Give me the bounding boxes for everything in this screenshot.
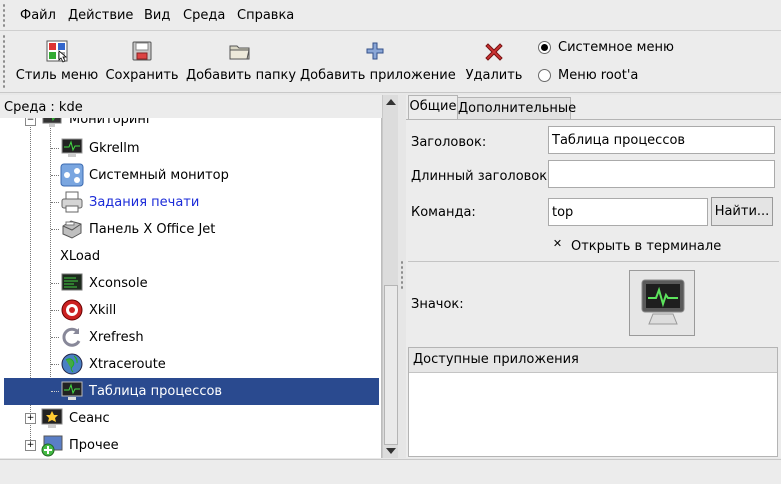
globe-icon	[61, 353, 83, 375]
menu-style-icon	[46, 40, 68, 63]
menu-tree[interactable]: − Мониторинг Gkrellm Системный монитор З…	[0, 118, 382, 458]
add-icon	[366, 42, 384, 60]
system-menu-label[interactable]: Системное меню	[558, 40, 674, 55]
tree-scrollbar[interactable]	[382, 95, 399, 458]
session-icon	[41, 408, 63, 428]
add-application-label: Добавить приложение	[300, 68, 456, 83]
menu-action[interactable]: Действие	[68, 8, 133, 23]
menubar: Файл Действие Вид Среда Справка	[0, 0, 781, 31]
terminal-checkbox[interactable]: ✕	[552, 238, 563, 249]
network-monitor-icon	[60, 163, 84, 187]
monitor-icon	[42, 118, 62, 127]
console-icon	[61, 273, 83, 291]
tree-item-xkill[interactable]: Xkill	[0, 297, 381, 324]
tree-item-process-table[interactable]: Таблица процессов	[4, 378, 379, 405]
menu-view[interactable]: Вид	[144, 8, 170, 23]
tree-item-label: Xkill	[89, 303, 117, 318]
menu-help[interactable]: Справка	[237, 8, 294, 23]
tab-general[interactable]: Общие	[408, 95, 458, 120]
long-title-label: Длинный заголовок:	[411, 169, 552, 184]
tree-item-label: Xrefresh	[89, 330, 144, 345]
tab-advanced[interactable]: Дополнительные	[457, 97, 576, 120]
find-button-label: Найти...	[714, 204, 770, 219]
environment-label: Среда : kde	[4, 100, 83, 115]
tree-item-monitoring[interactable]: − Мониторинг	[0, 118, 381, 133]
title-field[interactable]: Таблица процессов	[548, 126, 775, 154]
delete-button[interactable]: Удалить	[462, 35, 526, 87]
menu-file[interactable]: Файл	[20, 8, 56, 23]
system-menu-radio[interactable]	[538, 41, 551, 54]
tree-item-label: Xtraceroute	[89, 357, 166, 372]
scroll-down-arrow[interactable]	[386, 448, 396, 454]
terminal-checkbox-label[interactable]: Открыть в терминале	[571, 239, 721, 254]
tree-item-print-jobs[interactable]: Задания печати	[0, 189, 381, 216]
delete-icon	[485, 43, 503, 61]
tree-item-gkrellm[interactable]: Gkrellm	[0, 135, 381, 162]
tree-item-label: Сеанс	[69, 411, 110, 426]
details-panel: Общие Дополнительные Заголовок: Таблица …	[406, 95, 781, 458]
tab-general-label: Общие	[409, 99, 457, 114]
monitor-icon	[641, 279, 685, 325]
tree-item-label: Таблица процессов	[89, 384, 223, 399]
root-menu-label[interactable]: Меню root'а	[558, 68, 638, 83]
tree-item-xtraceroute[interactable]: Xtraceroute	[0, 351, 381, 378]
status-bar	[0, 459, 781, 484]
menu-style-label: Стиль меню	[15, 68, 99, 83]
save-icon	[132, 41, 152, 61]
add-application-button[interactable]: Добавить приложение	[300, 35, 456, 87]
tree-item-xload[interactable]: XLoad	[0, 243, 381, 270]
scroll-up-arrow[interactable]	[386, 99, 396, 105]
save-button[interactable]: Сохранить	[104, 35, 180, 87]
tree-item-xrefresh[interactable]: Xrefresh	[0, 324, 381, 351]
delete-label: Удалить	[465, 68, 523, 83]
tree-item-system-monitor[interactable]: Системный монитор	[0, 162, 381, 189]
tree-item-session[interactable]: + Сеанс	[0, 405, 381, 432]
long-title-field[interactable]	[548, 160, 775, 188]
environment-header: Среда : kde	[0, 95, 398, 119]
available-apps-header[interactable]: Доступные приложения	[409, 348, 777, 373]
add-folder-button[interactable]: Добавить папку	[186, 35, 297, 87]
refresh-icon	[62, 327, 81, 347]
collapse-expander[interactable]: −	[25, 118, 36, 126]
officejet-printer-icon	[62, 220, 82, 239]
tree-item-xconsole[interactable]: Xconsole	[0, 270, 381, 297]
tree-item-misc[interactable]: + Прочее	[0, 432, 381, 458]
toolbar-grip[interactable]	[2, 34, 6, 88]
available-apps-list[interactable]: Доступные приложения	[408, 347, 778, 457]
tree-item-label: Прочее	[69, 438, 119, 453]
folder-icon	[229, 45, 250, 60]
tree-item-officejet[interactable]: Панель X Office Jet	[0, 216, 381, 243]
expand-expander[interactable]: +	[25, 440, 36, 451]
tree-item-label: Системный монитор	[89, 168, 229, 183]
scroll-thumb[interactable]	[384, 285, 398, 445]
menubar-grip[interactable]	[2, 3, 6, 27]
tree-item-label: Панель X Office Jet	[89, 222, 216, 237]
add-folder-label: Добавить папку	[186, 68, 297, 83]
save-label: Сохранить	[105, 68, 179, 83]
root-menu-radio[interactable]	[538, 69, 551, 82]
title-label: Заголовок:	[411, 135, 487, 150]
menu-style-button[interactable]: Стиль меню	[14, 35, 100, 87]
tree-item-label: Xconsole	[89, 276, 148, 291]
tree-item-label: Мониторинг	[69, 118, 153, 127]
tab-advanced-label: Дополнительные	[458, 101, 577, 116]
icon-picker-button[interactable]	[629, 270, 695, 336]
find-button[interactable]: Найти...	[711, 197, 773, 226]
tree-item-label: XLoad	[60, 249, 101, 264]
command-field[interactable]: top	[548, 198, 708, 226]
command-label: Команда:	[411, 205, 476, 220]
icon-label: Значок:	[411, 297, 464, 312]
tree-item-label: Gkrellm	[89, 141, 140, 156]
monitor-icon	[61, 381, 83, 400]
misc-icon	[41, 435, 63, 457]
xkill-target-icon	[61, 299, 83, 321]
expand-expander[interactable]: +	[25, 413, 36, 424]
toolbar: Стиль меню Сохранить Добавить папку Доба…	[0, 31, 781, 93]
tree-item-label: Задания печати	[89, 195, 200, 210]
menu-environment[interactable]: Среда	[183, 8, 225, 23]
monitor-icon	[61, 138, 83, 157]
pane-splitter[interactable]	[398, 95, 406, 458]
printer-icon	[61, 191, 83, 213]
